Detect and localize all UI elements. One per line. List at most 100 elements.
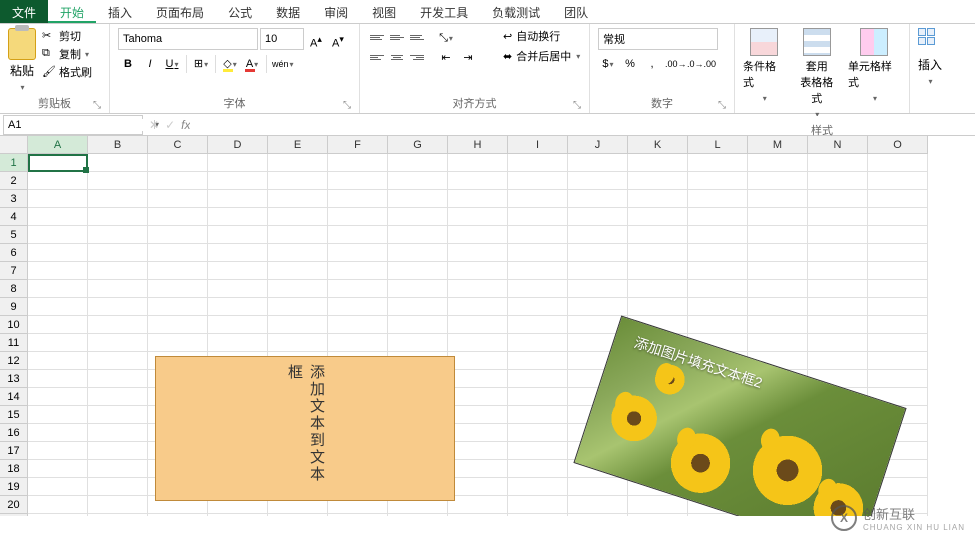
cell[interactable] bbox=[508, 514, 568, 516]
cell[interactable] bbox=[28, 424, 88, 442]
cell[interactable] bbox=[88, 172, 148, 190]
cell[interactable] bbox=[868, 280, 928, 298]
comma-button[interactable]: , bbox=[642, 54, 662, 74]
align-center-button[interactable] bbox=[388, 48, 406, 66]
cell[interactable] bbox=[88, 280, 148, 298]
cell[interactable] bbox=[628, 514, 688, 516]
cell[interactable] bbox=[448, 280, 508, 298]
cell[interactable] bbox=[148, 208, 208, 226]
cell[interactable] bbox=[628, 154, 688, 172]
row-header-20[interactable]: 20 bbox=[0, 496, 28, 514]
row-header-5[interactable]: 5 bbox=[0, 226, 28, 244]
cell[interactable] bbox=[508, 154, 568, 172]
font-color-button[interactable]: A bbox=[242, 54, 262, 74]
cell[interactable] bbox=[148, 298, 208, 316]
cell[interactable] bbox=[268, 154, 328, 172]
row-header-18[interactable]: 18 bbox=[0, 460, 28, 478]
cell[interactable] bbox=[28, 172, 88, 190]
cell[interactable] bbox=[388, 154, 448, 172]
cell[interactable] bbox=[748, 280, 808, 298]
menu-formulas[interactable]: 公式 bbox=[216, 0, 264, 23]
cell[interactable] bbox=[628, 280, 688, 298]
cell[interactable] bbox=[508, 208, 568, 226]
cell[interactable] bbox=[808, 334, 868, 352]
menu-insert[interactable]: 插入 bbox=[96, 0, 144, 23]
cell[interactable] bbox=[328, 514, 388, 516]
column-header-F[interactable]: F bbox=[328, 136, 388, 154]
cell[interactable] bbox=[508, 442, 568, 460]
cell[interactable] bbox=[148, 514, 208, 516]
cell[interactable] bbox=[448, 190, 508, 208]
cell[interactable] bbox=[28, 352, 88, 370]
cell[interactable] bbox=[28, 406, 88, 424]
menu-page-layout[interactable]: 页面布局 bbox=[144, 0, 216, 23]
align-right-button[interactable] bbox=[408, 48, 426, 66]
cell[interactable] bbox=[88, 298, 148, 316]
cell[interactable] bbox=[508, 244, 568, 262]
textbox-shape-1[interactable]: 添加文本到文本框 bbox=[155, 356, 455, 501]
cell[interactable] bbox=[148, 190, 208, 208]
cell[interactable] bbox=[688, 154, 748, 172]
cell[interactable] bbox=[628, 262, 688, 280]
cell[interactable] bbox=[268, 190, 328, 208]
cell[interactable] bbox=[88, 424, 148, 442]
row-header-3[interactable]: 3 bbox=[0, 190, 28, 208]
cell[interactable] bbox=[208, 280, 268, 298]
cell[interactable] bbox=[388, 334, 448, 352]
cell[interactable] bbox=[808, 280, 868, 298]
align-left-button[interactable] bbox=[368, 48, 386, 66]
cell[interactable] bbox=[568, 208, 628, 226]
column-header-M[interactable]: M bbox=[748, 136, 808, 154]
cell[interactable] bbox=[448, 442, 508, 460]
row-header-11[interactable]: 11 bbox=[0, 334, 28, 352]
cell[interactable] bbox=[808, 298, 868, 316]
format-painter-button[interactable]: 🖌格式刷 bbox=[42, 64, 92, 80]
cell[interactable] bbox=[448, 514, 508, 516]
cell[interactable] bbox=[508, 478, 568, 496]
cell[interactable] bbox=[28, 460, 88, 478]
column-header-G[interactable]: G bbox=[388, 136, 448, 154]
cell[interactable] bbox=[508, 388, 568, 406]
alignment-launcher-icon[interactable]: ⤡ bbox=[573, 100, 581, 111]
row-header-12[interactable]: 12 bbox=[0, 352, 28, 370]
cell[interactable] bbox=[28, 478, 88, 496]
cell[interactable] bbox=[868, 154, 928, 172]
cell[interactable] bbox=[508, 172, 568, 190]
copy-button[interactable]: ⧉复制 bbox=[42, 46, 92, 62]
select-all-corner[interactable] bbox=[0, 136, 28, 154]
grow-font-button[interactable]: A▴ bbox=[306, 29, 326, 49]
align-top-button[interactable] bbox=[368, 28, 386, 46]
cell[interactable] bbox=[508, 316, 568, 334]
cell[interactable] bbox=[568, 298, 628, 316]
cell[interactable] bbox=[208, 316, 268, 334]
column-header-I[interactable]: I bbox=[508, 136, 568, 154]
cell[interactable] bbox=[208, 208, 268, 226]
cell[interactable] bbox=[388, 172, 448, 190]
conditional-formatting-button[interactable]: 条件格式 bbox=[743, 28, 785, 104]
row-header-4[interactable]: 4 bbox=[0, 208, 28, 226]
cell[interactable] bbox=[148, 226, 208, 244]
cell[interactable] bbox=[508, 190, 568, 208]
cell[interactable] bbox=[388, 316, 448, 334]
cell[interactable] bbox=[268, 172, 328, 190]
cell[interactable] bbox=[508, 424, 568, 442]
cell[interactable] bbox=[508, 352, 568, 370]
cell[interactable] bbox=[388, 514, 448, 516]
italic-button[interactable]: I bbox=[140, 54, 160, 74]
number-format-select[interactable] bbox=[598, 28, 718, 50]
cell[interactable] bbox=[88, 316, 148, 334]
cell[interactable] bbox=[868, 244, 928, 262]
cell[interactable] bbox=[448, 478, 508, 496]
cell[interactable] bbox=[748, 190, 808, 208]
cell[interactable] bbox=[628, 244, 688, 262]
merge-center-button[interactable]: ⬌合并后居中 bbox=[503, 48, 580, 64]
cell[interactable] bbox=[88, 154, 148, 172]
cell[interactable] bbox=[748, 334, 808, 352]
increase-decimal-button[interactable]: .00→.0 bbox=[664, 54, 684, 74]
cell[interactable] bbox=[868, 352, 928, 370]
increase-indent-button[interactable]: ⇥ bbox=[458, 48, 478, 68]
column-header-N[interactable]: N bbox=[808, 136, 868, 154]
cell[interactable] bbox=[88, 226, 148, 244]
column-header-A[interactable]: A bbox=[28, 136, 88, 154]
menu-review[interactable]: 审阅 bbox=[312, 0, 360, 23]
